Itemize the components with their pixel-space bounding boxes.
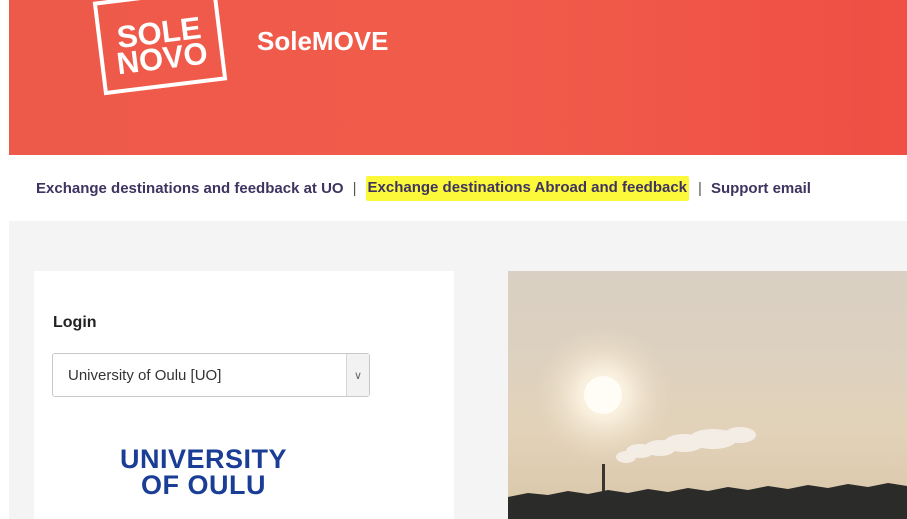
organization-select-value: University of Oulu [UO]	[68, 367, 222, 384]
nav-link-destinations-uo[interactable]: Exchange destinations and feedback at UO	[36, 180, 344, 197]
page: SOLE NOVO SoleMOVE Exchange destinations…	[0, 0, 907, 519]
nav-link-support-email[interactable]: Support email	[711, 180, 811, 197]
organization-select[interactable]: University of Oulu [UO] ∨	[52, 353, 370, 397]
login-title: Login	[53, 314, 97, 331]
treeline	[508, 483, 907, 519]
top-nav: Exchange destinations and feedback at UO…	[36, 175, 811, 201]
uni-logo-line-1: UNIVERSITY	[119, 444, 288, 474]
sun	[584, 376, 622, 414]
logo-line-2: NOVO	[114, 35, 210, 82]
chimney	[602, 464, 605, 494]
sunset-illustration	[508, 325, 907, 519]
sunset-photo	[508, 271, 907, 519]
uni-logo-line-2: OF OULU	[141, 470, 266, 500]
solenovo-logo[interactable]: SOLE NOVO	[92, 0, 228, 96]
nav-separator: |	[698, 179, 702, 197]
chevron-down-icon[interactable]: ∨	[346, 354, 369, 396]
nav-link-destinations-abroad[interactable]: Exchange destinations Abroad and feedbac…	[365, 175, 690, 201]
university-of-oulu-logo[interactable]: UNIVERSITY OF OULU	[116, 444, 291, 500]
nav-separator: |	[352, 179, 357, 197]
app-title: SoleMOVE	[257, 26, 389, 56]
login-panel: Login University of Oulu [UO] ∨ UNIVERSI…	[34, 271, 454, 519]
